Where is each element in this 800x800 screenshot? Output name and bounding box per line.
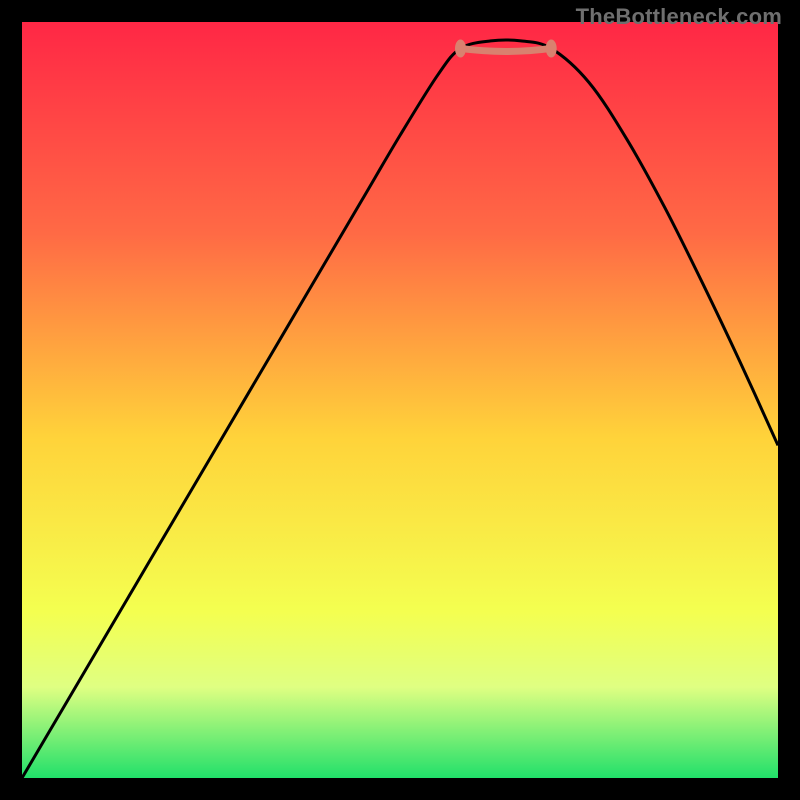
optimum-start-dot [455, 39, 466, 57]
bottleneck-chart [22, 22, 778, 778]
watermark: TheBottleneck.com [576, 4, 782, 30]
optimum-end-dot [546, 39, 557, 57]
optimum-range-line [460, 48, 551, 51]
chart-svg [22, 22, 778, 778]
